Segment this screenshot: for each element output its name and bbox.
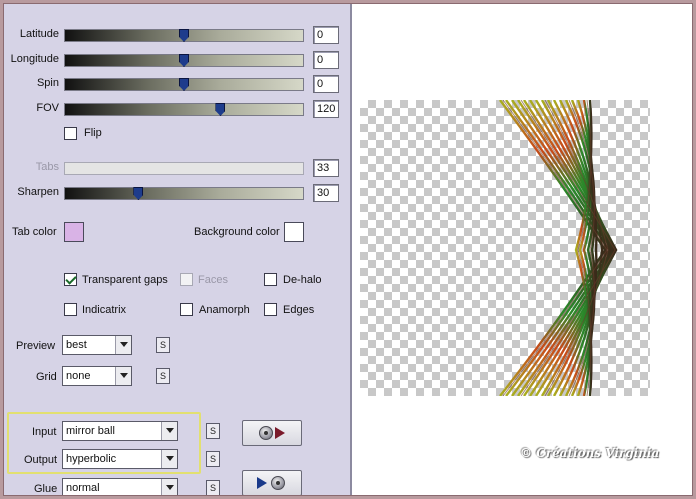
indicatrix-label: Indicatrix xyxy=(82,304,127,316)
faces-checkbox[interactable] xyxy=(180,273,193,286)
glue-select-value: normal xyxy=(66,482,100,494)
preview-label: Preview xyxy=(16,340,56,352)
edges-checkbox[interactable] xyxy=(264,303,277,316)
preview-image xyxy=(499,100,618,396)
watermark-text: © Créations Virginia xyxy=(520,446,660,460)
sharpen-slider-thumb[interactable] xyxy=(133,187,144,200)
preview-select[interactable]: best xyxy=(62,335,132,355)
input-s-button[interactable]: S xyxy=(206,423,220,439)
de-halo-checkbox[interactable] xyxy=(264,273,277,286)
transparent-gaps-checkbox[interactable] xyxy=(64,273,77,286)
longitude-slider-thumb[interactable] xyxy=(179,54,189,67)
preview-s-button[interactable]: S xyxy=(156,337,170,353)
fov-slider-thumb[interactable] xyxy=(215,103,226,116)
chevron-down-icon xyxy=(161,479,177,495)
transparent-gaps-label: Transparent gaps xyxy=(82,274,168,286)
de-halo-label: De-halo xyxy=(283,274,322,286)
anamorph-label: Anamorph xyxy=(199,304,250,316)
edges-label: Edges xyxy=(283,304,315,316)
glue-s-button[interactable]: S xyxy=(206,480,220,495)
reverse-transform-button[interactable] xyxy=(242,420,302,446)
tabs-value-field[interactable]: 33 xyxy=(313,159,339,177)
fov-slider[interactable] xyxy=(64,103,304,116)
grid-label: Grid xyxy=(36,371,57,383)
flip-checkbox[interactable] xyxy=(64,127,77,140)
fov-label: FOV xyxy=(36,102,59,114)
twisted-ribbon-shape xyxy=(499,100,618,396)
longitude-value-field[interactable]: 0 xyxy=(313,51,339,69)
tabs-label: Tabs xyxy=(35,161,59,173)
output-label: Output xyxy=(24,454,58,466)
chevron-down-icon xyxy=(115,336,131,354)
grid-select[interactable]: none xyxy=(62,366,132,386)
spin-slider-thumb[interactable] xyxy=(179,78,189,91)
spin-value-field[interactable]: 0 xyxy=(313,75,339,93)
controls-panel: Latitude 0 Longitude 0 Spin 0 FOV 120 Tabs 33 Shar… xyxy=(4,4,350,495)
input-select-value: mirror ball xyxy=(66,425,115,437)
spin-label: Spin xyxy=(36,77,59,89)
preview-pane: © Créations Virginia xyxy=(350,4,692,495)
glue-select[interactable]: normal xyxy=(62,478,178,495)
tabs-slider xyxy=(64,162,304,175)
chevron-down-icon xyxy=(115,367,131,385)
anamorph-checkbox[interactable] xyxy=(180,303,193,316)
preview-select-value: best xyxy=(66,339,87,351)
disc-icon xyxy=(271,476,285,490)
grid-s-button[interactable]: S xyxy=(156,368,170,384)
chevron-down-icon xyxy=(161,422,177,440)
spin-slider[interactable] xyxy=(64,78,304,91)
background-color-label: Background color xyxy=(194,226,280,238)
longitude-slider[interactable] xyxy=(64,54,304,67)
latitude-slider-thumb[interactable] xyxy=(179,29,189,42)
sharpen-slider[interactable] xyxy=(64,187,304,200)
input-label: Input xyxy=(32,426,57,438)
latitude-label: Latitude xyxy=(19,28,59,40)
background-color-swatch[interactable] xyxy=(284,222,304,242)
sharpen-value-field[interactable]: 30 xyxy=(313,184,339,202)
longitude-label: Longitude xyxy=(10,53,59,65)
input-select[interactable]: mirror ball xyxy=(62,421,178,441)
faces-label: Faces xyxy=(198,274,228,286)
indicatrix-checkbox[interactable] xyxy=(64,303,77,316)
output-select[interactable]: hyperbolic xyxy=(62,449,178,469)
disc-icon xyxy=(259,426,273,440)
tab-color-label: Tab color xyxy=(12,226,57,238)
forward-transform-button[interactable] xyxy=(242,470,302,495)
fov-value-field[interactable]: 120 xyxy=(313,100,339,118)
grid-select-value: none xyxy=(66,370,91,382)
chevron-down-icon xyxy=(161,450,177,468)
glue-label: Glue xyxy=(34,483,58,495)
latitude-value-field[interactable]: 0 xyxy=(313,26,339,44)
output-s-button[interactable]: S xyxy=(206,451,220,467)
flip-label: Flip xyxy=(84,127,102,139)
play-arrow-icon xyxy=(275,427,285,439)
plugin-window: Latitude 0 Longitude 0 Spin 0 FOV 120 Tabs 33 Shar… xyxy=(3,3,693,496)
tab-color-swatch[interactable] xyxy=(64,222,84,242)
output-select-value: hyperbolic xyxy=(66,453,117,465)
sharpen-label: Sharpen xyxy=(17,186,59,198)
latitude-slider[interactable] xyxy=(64,29,304,42)
play-arrow-icon xyxy=(257,477,267,489)
